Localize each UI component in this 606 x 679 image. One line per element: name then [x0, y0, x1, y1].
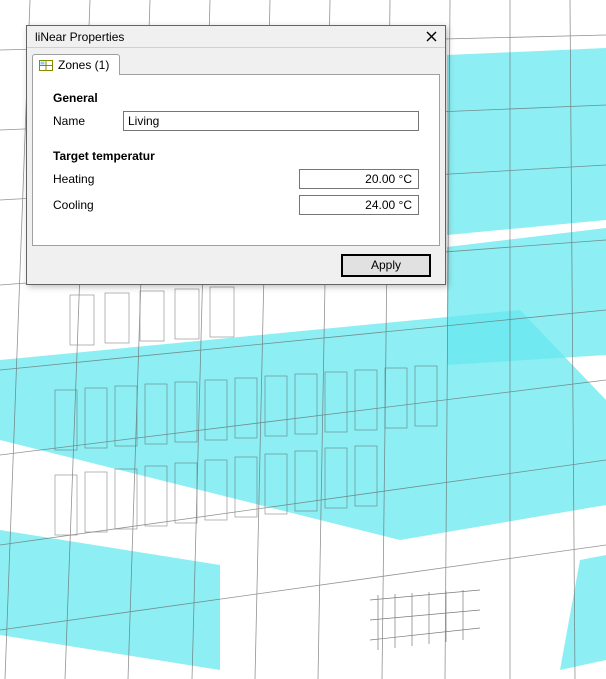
- general-heading: General: [53, 91, 419, 105]
- tab-label: Zones (1): [58, 58, 109, 72]
- dialog-title: liNear Properties: [35, 30, 421, 44]
- name-label: Name: [53, 114, 123, 128]
- dialog-body: General Name Target temperatur Heating C…: [32, 74, 440, 246]
- cooling-input[interactable]: [299, 195, 419, 215]
- heating-input[interactable]: [299, 169, 419, 189]
- properties-dialog: liNear Properties Zones (1) General: [26, 25, 446, 285]
- close-icon: [426, 31, 437, 42]
- zones-icon: [39, 60, 53, 71]
- target-temp-heading: Target temperatur: [53, 149, 419, 163]
- dialog-footer: Apply: [27, 246, 445, 284]
- name-input[interactable]: [123, 111, 419, 131]
- apply-button[interactable]: Apply: [341, 254, 431, 277]
- tabstrip: Zones (1): [27, 48, 445, 74]
- tab-zones[interactable]: Zones (1): [32, 54, 120, 75]
- titlebar[interactable]: liNear Properties: [27, 26, 445, 48]
- close-button[interactable]: [421, 28, 441, 46]
- cooling-label: Cooling: [53, 198, 153, 212]
- heating-label: Heating: [53, 172, 153, 186]
